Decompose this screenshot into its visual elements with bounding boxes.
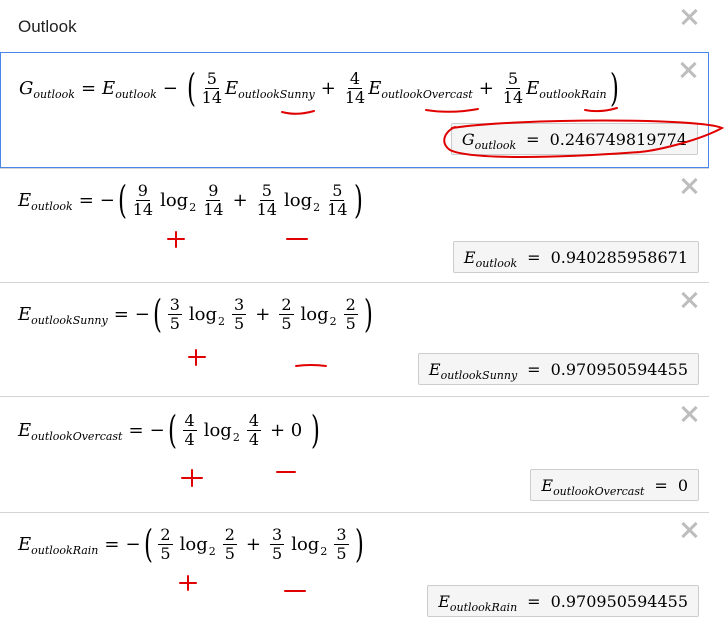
entropy-overcast-result: EoutlookOvercast = 0 xyxy=(530,469,699,501)
entropy-overcast-formula: EoutlookOvercast = − ( 44 log2 44 + 0 ) xyxy=(18,408,321,452)
gain-formula: Goutlook = Eoutlook − ( 5 14 EoutlookSunn… xyxy=(19,66,619,110)
entropy-outlook-formula: Eoutlook = − ( 9 14 log2 9 14 + 5 14 log2 51… xyxy=(18,178,363,222)
entropy-rain-formula: EoutlookRain = − ( 25 log2 25 + 35 log2 3… xyxy=(18,522,364,566)
scrollbar-track[interactable] xyxy=(713,0,725,627)
close-icon[interactable] xyxy=(679,176,699,196)
expression-row-gain[interactable]: Goutlook = Eoutlook − ( 5 14 EoutlookSunn… xyxy=(0,52,709,168)
expression-row-entropy-sunny[interactable]: EoutlookSunny = − ( 35 log2 35 + 25 log2 … xyxy=(0,282,709,396)
entropy-sunny-result: EoutlookSunny = 0.970950594455 xyxy=(417,353,699,385)
entropy-sunny-formula: EoutlookSunny = − ( 35 log2 35 + 25 log2 … xyxy=(18,292,373,336)
close-icon[interactable] xyxy=(679,7,699,27)
folder-title: Outlook xyxy=(18,17,77,36)
expression-row-entropy-overcast[interactable]: EoutlookOvercast = − ( 44 log2 44 + 0 ) E… xyxy=(0,396,709,512)
gain-result: Goutlook = 0.246749819774 xyxy=(450,123,698,155)
entropy-rain-result: EoutlookRain = 0.970950594455 xyxy=(427,585,699,617)
close-icon[interactable] xyxy=(679,404,699,424)
entropy-outlook-result: Eoutlook = 0.940285958671 xyxy=(452,241,699,273)
close-icon[interactable] xyxy=(678,60,698,80)
expression-row-entropy-rain[interactable]: EoutlookRain = − ( 25 log2 25 + 35 log2 3… xyxy=(0,512,709,627)
close-icon[interactable] xyxy=(679,290,699,310)
expression-row-entropy-outlook[interactable]: Eoutlook = − ( 9 14 log2 9 14 + 5 14 log2 51… xyxy=(0,168,709,282)
folder-header[interactable]: Outlook xyxy=(0,0,709,52)
close-icon[interactable] xyxy=(679,520,699,540)
